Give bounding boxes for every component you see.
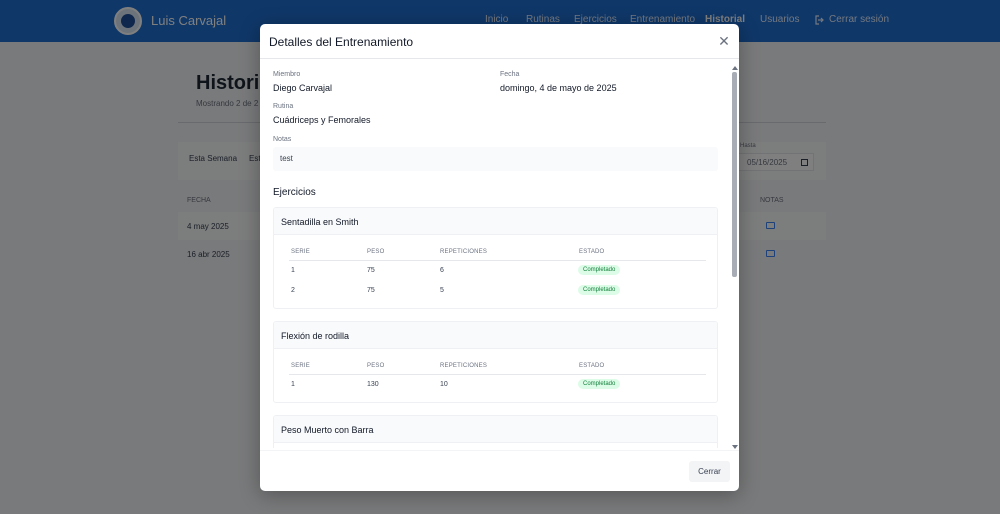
exercise-card: Peso Muerto con Barra xyxy=(273,415,718,448)
modal-body: Miembro Diego Carvajal Fecha domingo, 4 … xyxy=(260,59,739,448)
set-reps: 10 xyxy=(440,381,448,388)
routine-value: Cuádriceps y Femorales xyxy=(273,115,371,125)
close-button[interactable]: Cerrar xyxy=(689,461,730,482)
col-serie: SERIE xyxy=(291,249,311,255)
col-peso: PESO xyxy=(367,363,385,369)
col-peso: PESO xyxy=(367,249,385,255)
col-repeticiones: REPETICIONES xyxy=(440,363,488,369)
status-badge: Completado xyxy=(578,265,621,275)
scroll-down-arrow-icon[interactable] xyxy=(732,445,738,449)
member-label: Miembro xyxy=(273,71,301,78)
modal-title: Detalles del Entrenamiento xyxy=(269,35,414,49)
notes-value: test xyxy=(273,147,718,171)
scrollbar-thumb[interactable] xyxy=(732,72,737,277)
date-value: domingo, 4 de mayo de 2025 xyxy=(500,83,617,93)
set-serie: 2 xyxy=(291,287,295,294)
modal-footer: Cerrar xyxy=(260,450,739,491)
col-estado: ESTADO xyxy=(579,249,605,255)
exercise-name: Flexión de rodilla xyxy=(274,322,717,349)
set-peso: 75 xyxy=(367,287,375,294)
set-reps: 5 xyxy=(440,287,444,294)
date-label: Fecha xyxy=(500,71,520,78)
col-serie: SERIE xyxy=(291,363,311,369)
routine-label: Rutina xyxy=(273,103,294,110)
exercises-title: Ejercicios xyxy=(273,187,316,198)
col-repeticiones: REPETICIONES xyxy=(440,249,488,255)
set-peso: 75 xyxy=(367,267,375,274)
set-serie: 1 xyxy=(291,381,295,388)
set-serie: 1 xyxy=(291,267,295,274)
header-divider xyxy=(289,260,706,261)
header-divider xyxy=(289,374,706,375)
exercise-card: Sentadilla en Smith SERIE PESO REPETICIO… xyxy=(273,207,718,309)
col-estado: ESTADO xyxy=(579,363,605,369)
exercise-name: Peso Muerto con Barra xyxy=(274,416,717,443)
status-badge: Completado xyxy=(578,379,621,389)
set-reps: 6 xyxy=(440,267,444,274)
notes-label: Notas xyxy=(273,136,292,143)
scroll-up-arrow-icon[interactable] xyxy=(732,66,738,70)
status-badge: Completado xyxy=(578,285,621,295)
set-peso: 130 xyxy=(367,381,379,388)
close-icon[interactable]: ✕ xyxy=(717,34,731,48)
member-value: Diego Carvajal xyxy=(273,83,333,93)
exercise-card: Flexión de rodilla SERIE PESO REPETICION… xyxy=(273,321,718,403)
modal-header: Detalles del Entrenamiento ✕ xyxy=(260,24,739,59)
workout-details-modal: Detalles del Entrenamiento ✕ Miembro Die… xyxy=(260,24,739,491)
exercise-name: Sentadilla en Smith xyxy=(274,208,717,235)
